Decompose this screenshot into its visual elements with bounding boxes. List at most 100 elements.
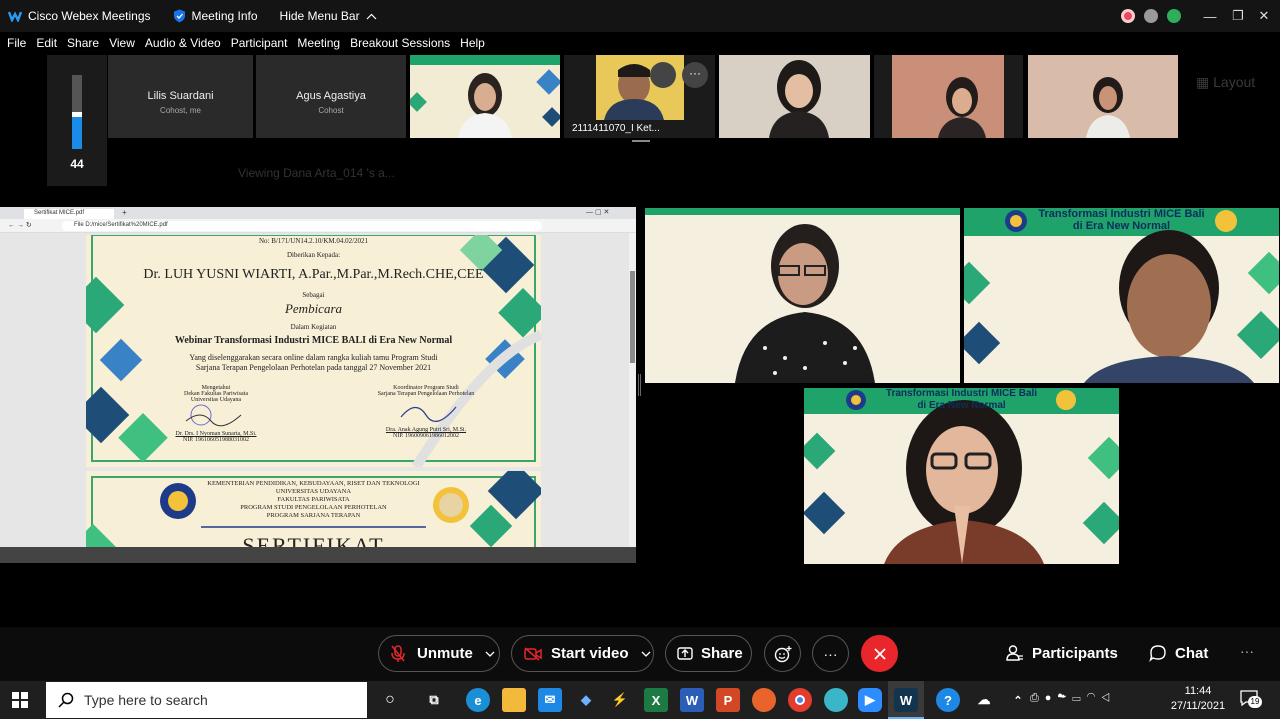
- firefox-icon[interactable]: [752, 688, 776, 712]
- close-button[interactable]: ✕: [1246, 0, 1280, 32]
- menu-view[interactable]: View: [109, 36, 135, 50]
- new-tab-icon[interactable]: +: [122, 208, 127, 217]
- app-icon[interactable]: ⚡: [608, 688, 632, 712]
- share-button[interactable]: Share: [665, 635, 752, 672]
- taskbar-search-box[interactable]: Type here to search: [46, 682, 367, 718]
- start-video-label: Start video: [551, 645, 629, 662]
- notification-center-icon[interactable]: 19: [1240, 690, 1262, 711]
- powerpoint-icon[interactable]: P: [716, 688, 740, 712]
- share-label: Share: [701, 645, 743, 662]
- video-banner: Transformasi Industri MICE Bali di Era N…: [804, 388, 1119, 412]
- webex-logo-icon: [8, 11, 22, 22]
- menu-file[interactable]: File: [7, 36, 26, 50]
- meeting-info-button[interactable]: Meeting Info: [173, 9, 258, 23]
- splitter-handle[interactable]: [638, 374, 641, 396]
- layout-button[interactable]: ▦ Layout: [1196, 74, 1255, 91]
- chat-button[interactable]: Chat: [1149, 644, 1208, 662]
- participant-video-large[interactable]: Transformasi Industri MICE Bali di Era N…: [804, 388, 1119, 564]
- participant-tile[interactable]: Agus Agastiya Cohost: [256, 55, 406, 138]
- menu-edit[interactable]: Edit: [36, 36, 57, 50]
- volume-meter[interactable]: 44: [47, 55, 107, 186]
- participant-video-tile[interactable]: [874, 55, 1023, 138]
- participant-video-tile[interactable]: ··· 2111411070_I Ket...: [564, 55, 715, 138]
- close-icon: [873, 647, 886, 660]
- recording-indicator-icon[interactable]: [1121, 9, 1135, 26]
- participant-video: [719, 55, 870, 138]
- mail-icon[interactable]: ✉: [538, 688, 562, 712]
- zoom-icon[interactable]: ▶: [858, 688, 882, 712]
- browser-window-controls[interactable]: — ▢ ✕: [586, 208, 609, 216]
- pdf-scrollbar-thumb[interactable]: [630, 271, 635, 363]
- menu-help[interactable]: Help: [460, 36, 485, 50]
- connection-icon[interactable]: [1144, 9, 1158, 26]
- windows-taskbar: Type here to search ○ ⧉ e ✉ ◆ ⚡ X W P ▶ …: [0, 681, 1280, 719]
- browser-tab-strip: Sertifikat MICE.pdf + — ▢ ✕: [0, 207, 636, 219]
- menu-share[interactable]: Share: [67, 36, 99, 50]
- hide-menu-label: Hide Menu Bar: [279, 9, 360, 23]
- participant-video: [1028, 55, 1178, 138]
- signatory-nip: NIP. 196106051988031002: [182, 437, 249, 443]
- onedrive-icon[interactable]: ☁: [972, 688, 996, 712]
- webex-icon: W: [894, 688, 918, 712]
- cortana-icon[interactable]: ○: [378, 688, 402, 712]
- windows-start-icon[interactable]: [12, 692, 28, 713]
- speaker-video[interactable]: [645, 208, 960, 383]
- start-video-button[interactable]: Start video: [511, 635, 654, 672]
- clock-time: 11:44: [1184, 685, 1212, 697]
- menu-breakout-sessions[interactable]: Breakout Sessions: [350, 36, 450, 50]
- chrome-icon[interactable]: [788, 688, 812, 712]
- participant-tile[interactable]: Lilis Suardani Cohost, me: [108, 55, 253, 138]
- chat-icon: [1149, 645, 1166, 662]
- help-icon[interactable]: ?: [936, 688, 960, 712]
- shared-content[interactable]: Sertifikat MICE.pdf + — ▢ ✕ ← → ↻ File D…: [0, 207, 636, 563]
- participant-video-tile[interactable]: [410, 55, 560, 138]
- network-health-icon[interactable]: [1167, 9, 1181, 26]
- menu-bar: File Edit Share View Audio & Video Parti…: [0, 32, 1280, 54]
- nav-buttons-icon[interactable]: ← → ↻: [8, 221, 32, 229]
- system-tray-icons[interactable]: ⌃: [1006, 688, 1030, 712]
- tray-status-icons[interactable]: ⎙●☁▭◠◁: [1030, 692, 1116, 705]
- word-icon[interactable]: W: [680, 688, 704, 712]
- chevron-down-icon[interactable]: [641, 651, 651, 657]
- banner-line: Transformasi Industri MICE Bali: [1038, 208, 1205, 220]
- end-meeting-button[interactable]: [861, 635, 898, 672]
- participants-icon: [1006, 645, 1023, 661]
- task-view-icon[interactable]: ⧉: [422, 688, 446, 712]
- search-icon: [58, 692, 74, 708]
- edge-beta-icon[interactable]: [824, 688, 848, 712]
- participant-video-tile[interactable]: [1028, 55, 1178, 138]
- certificate-event: Webinar Transformasi Industri MICE BALI …: [174, 335, 453, 346]
- participant-video-tile[interactable]: [719, 55, 870, 138]
- pdf-scrollbar[interactable]: [629, 233, 636, 547]
- hide-menu-bar-button[interactable]: Hide Menu Bar: [280, 9, 377, 23]
- participant-video-large[interactable]: Transformasi Industri MICE Bali di Era N…: [964, 208, 1279, 383]
- reactions-button[interactable]: [764, 635, 801, 672]
- notification-count: 19: [1248, 696, 1262, 708]
- chevron-down-icon[interactable]: [485, 651, 495, 657]
- certificate-in-activity: Dalam Kegiatan: [290, 323, 337, 331]
- excel-icon[interactable]: X: [644, 688, 668, 712]
- taskbar-clock[interactable]: 11:44 27/11/2021: [1168, 684, 1228, 714]
- webex-taskbar-button[interactable]: W: [888, 681, 924, 719]
- more-options-button[interactable]: ···: [812, 635, 849, 672]
- participant-role: Cohost, me: [160, 106, 201, 115]
- edge-icon[interactable]: e: [466, 688, 490, 712]
- menu-participant[interactable]: Participant: [231, 36, 288, 50]
- certificate-desc-2: Sarjana Terapan Pengelolaan Perhotelan p…: [195, 363, 432, 372]
- file-explorer-icon[interactable]: [502, 688, 526, 712]
- filmstrip-resize-handle[interactable]: [632, 140, 650, 142]
- dropbox-icon[interactable]: ◆: [574, 688, 598, 712]
- certificate-recipient: Dr. LUH YUSNI WIARTI, A.Par.,M.Par.,M.Re…: [143, 267, 484, 282]
- speaker-video-image: [645, 208, 960, 383]
- meeting-controls: Unmute Start video Share ··· Participant…: [0, 627, 1280, 681]
- volume-handle[interactable]: [72, 112, 82, 117]
- unmute-button[interactable]: Unmute: [378, 635, 500, 672]
- menu-audio-video[interactable]: Audio & Video: [145, 36, 221, 50]
- menu-meeting[interactable]: Meeting: [297, 36, 340, 50]
- chat-label: Chat: [1175, 644, 1209, 662]
- panel-options-icon[interactable]: ···: [1240, 643, 1254, 659]
- participants-button[interactable]: Participants: [1006, 644, 1118, 662]
- more-options-icon[interactable]: ···: [682, 62, 708, 88]
- browser-address-bar: ← → ↻ File D:/mice/Sertifikat%20MICE.pdf: [0, 219, 636, 233]
- banner-line: di Era New Normal: [1072, 220, 1171, 232]
